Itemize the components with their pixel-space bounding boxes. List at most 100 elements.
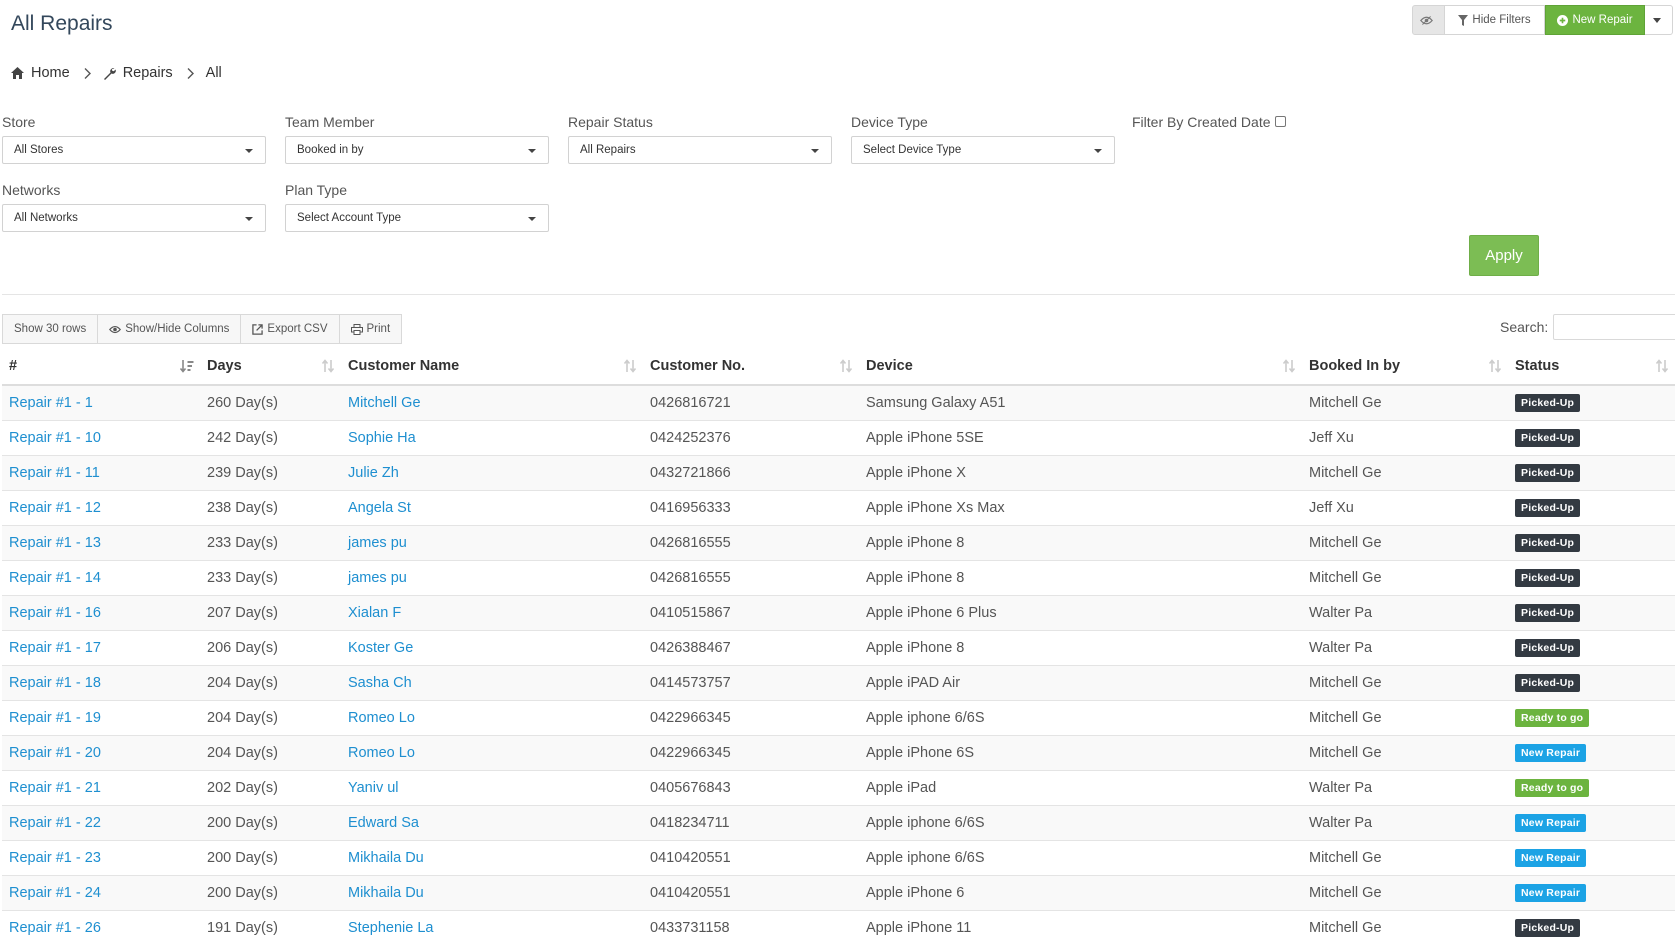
customer-name-link[interactable]: james pu	[348, 570, 407, 586]
repair-id-link[interactable]: Repair #1 - 23	[9, 850, 101, 866]
customer-number-cell: 0410420551	[650, 849, 731, 866]
repair-id-link[interactable]: Repair #1 - 19	[9, 710, 101, 726]
customer-number-cell: 0410515867	[650, 604, 731, 621]
customer-name-link[interactable]: Angela St	[348, 500, 411, 516]
status-badge: Picked-Up	[1515, 603, 1581, 622]
days-cell: 200 Day(s)	[207, 814, 278, 831]
device-cell: Apple iPhone 6 Plus	[866, 604, 997, 621]
networks-select[interactable]: All Networks	[2, 204, 266, 232]
table-cell: New Repair	[1508, 874, 1675, 910]
table-cell: Apple iPhone X	[859, 454, 1302, 490]
toggle-visibility-button[interactable]	[1412, 5, 1445, 35]
column-header-booked-in-by[interactable]: Booked In by	[1302, 348, 1508, 386]
show-hide-columns-button[interactable]: Show/Hide Columns	[98, 314, 242, 344]
repair-id-link[interactable]: Repair #1 - 18	[9, 675, 101, 691]
table-cell: Repair #1 - 20	[2, 734, 200, 770]
repair-id-link[interactable]: Repair #1 - 12	[9, 500, 101, 516]
new-repair-label: New Repair	[1572, 14, 1633, 26]
apply-button[interactable]: Apply	[1469, 235, 1539, 276]
column-header-customer-no[interactable]: Customer No.	[643, 348, 859, 386]
plus-circle-icon	[1557, 14, 1569, 26]
customer-name-link[interactable]: Romeo Lo	[348, 745, 415, 761]
repair-status-select-value: All Repairs	[580, 144, 636, 156]
table-cell: 204 Day(s)	[200, 734, 341, 770]
customer-name-link[interactable]: Mikhaila Du	[348, 850, 424, 866]
search-input[interactable]	[1553, 314, 1675, 340]
customer-name-link[interactable]: Sophie Ha	[348, 430, 416, 446]
customer-name-link[interactable]: Sasha Ch	[348, 675, 412, 691]
repair-id-link[interactable]: Repair #1 - 14	[9, 570, 101, 586]
new-repair-button[interactable]: New Repair	[1545, 5, 1645, 35]
table-cell: james pu	[341, 524, 643, 560]
table-cell: Apple iPhone Xs Max	[859, 489, 1302, 525]
team-member-select[interactable]: Booked in by	[285, 136, 549, 164]
customer-name-link[interactable]: james pu	[348, 535, 407, 551]
status-badge: Picked-Up	[1515, 673, 1581, 692]
team-member-filter-label: Team Member	[285, 114, 375, 130]
customer-name-link[interactable]: Yaniv ul	[348, 780, 399, 796]
table-cell: Jeff Xu	[1302, 419, 1508, 455]
table-cell: Walter Pa	[1302, 629, 1508, 665]
repair-id-link[interactable]: Repair #1 - 17	[9, 640, 101, 656]
customer-name-link[interactable]: Koster Ge	[348, 640, 413, 656]
repair-id-link[interactable]: Repair #1 - 1	[9, 395, 93, 411]
table-cell: Repair #1 - 14	[2, 559, 200, 595]
table-cell: Mitchell Ge	[1302, 454, 1508, 490]
column-header-status[interactable]: Status	[1508, 348, 1675, 386]
table-cell: 0414573757	[643, 664, 859, 700]
device-type-select[interactable]: Select Device Type	[851, 136, 1115, 164]
header-actions: Hide Filters New Repair	[1412, 5, 1673, 35]
customer-name-link[interactable]: Romeo Lo	[348, 710, 415, 726]
store-select[interactable]: All Stores	[2, 136, 266, 164]
column-header-days[interactable]: Days	[200, 348, 341, 386]
device-cell: Apple iPhone 5SE	[866, 429, 984, 446]
customer-name-link[interactable]: Julie Zh	[348, 465, 399, 481]
breadcrumb-home[interactable]: Home	[31, 65, 70, 81]
repair-status-select[interactable]: All Repairs	[568, 136, 832, 164]
created-date-checkbox[interactable]	[1274, 115, 1286, 127]
table-cell: Ready to go	[1508, 699, 1675, 735]
repair-id-link[interactable]: Repair #1 - 20	[9, 745, 101, 761]
table-cell: Picked-Up	[1508, 489, 1675, 525]
customer-number-cell: 0405676843	[650, 779, 731, 796]
sort-descending-icon	[180, 360, 194, 373]
customer-name-link[interactable]: Mitchell Ge	[348, 395, 421, 411]
repair-id-link[interactable]: Repair #1 - 11	[9, 465, 100, 481]
column-header-device[interactable]: Device	[859, 348, 1302, 386]
customer-name-link[interactable]: Edward Sa	[348, 815, 419, 831]
column-header-label: Device	[866, 358, 913, 374]
table-cell: Apple iPhone 8	[859, 524, 1302, 560]
device-cell: Apple iPhone 8	[866, 534, 965, 551]
column-header-label: Booked In by	[1309, 358, 1401, 374]
status-badge: Picked-Up	[1515, 463, 1581, 482]
plan-type-select[interactable]: Select Account Type	[285, 204, 549, 232]
repair-id-link[interactable]: Repair #1 - 10	[9, 430, 101, 446]
table-cell: 0422966345	[643, 734, 859, 770]
print-button[interactable]: Print	[339, 314, 403, 344]
customer-name-link[interactable]: Xialan F	[348, 605, 401, 621]
sort-icon	[623, 359, 637, 373]
table-cell: Xialan F	[341, 594, 643, 630]
repair-id-link[interactable]: Repair #1 - 26	[9, 920, 101, 936]
table-cell: Mitchell Ge	[341, 384, 643, 420]
show-hide-columns-label: Show/Hide Columns	[125, 323, 230, 335]
column-header-customer-name[interactable]: Customer Name	[341, 348, 643, 386]
customer-name-link[interactable]: Mikhaila Du	[348, 885, 424, 901]
customer-name-link[interactable]: Stephenie La	[348, 920, 433, 936]
breadcrumb-repairs[interactable]: Repairs	[123, 65, 173, 81]
days-cell: 238 Day(s)	[207, 499, 278, 516]
repair-id-link[interactable]: Repair #1 - 21	[9, 780, 101, 796]
show-rows-button[interactable]: Show 30 rows	[2, 314, 99, 344]
repair-id-link[interactable]: Repair #1 - 16	[9, 605, 101, 621]
repair-id-link[interactable]: Repair #1 - 24	[9, 885, 101, 901]
hide-filters-button[interactable]: Hide Filters	[1445, 5, 1545, 35]
caret-down-icon	[1094, 149, 1102, 153]
export-csv-button[interactable]: Export CSV	[241, 314, 340, 344]
plan-type-filter: Plan Type Select Account Type	[285, 182, 549, 232]
repair-id-link[interactable]: Repair #1 - 13	[9, 535, 101, 551]
column-header-number[interactable]: #	[2, 348, 200, 386]
repair-id-link[interactable]: Repair #1 - 22	[9, 815, 101, 831]
new-repair-dropdown-button[interactable]	[1645, 5, 1673, 35]
table-cell: 242 Day(s)	[200, 419, 341, 455]
column-header-label: Customer Name	[348, 358, 460, 374]
